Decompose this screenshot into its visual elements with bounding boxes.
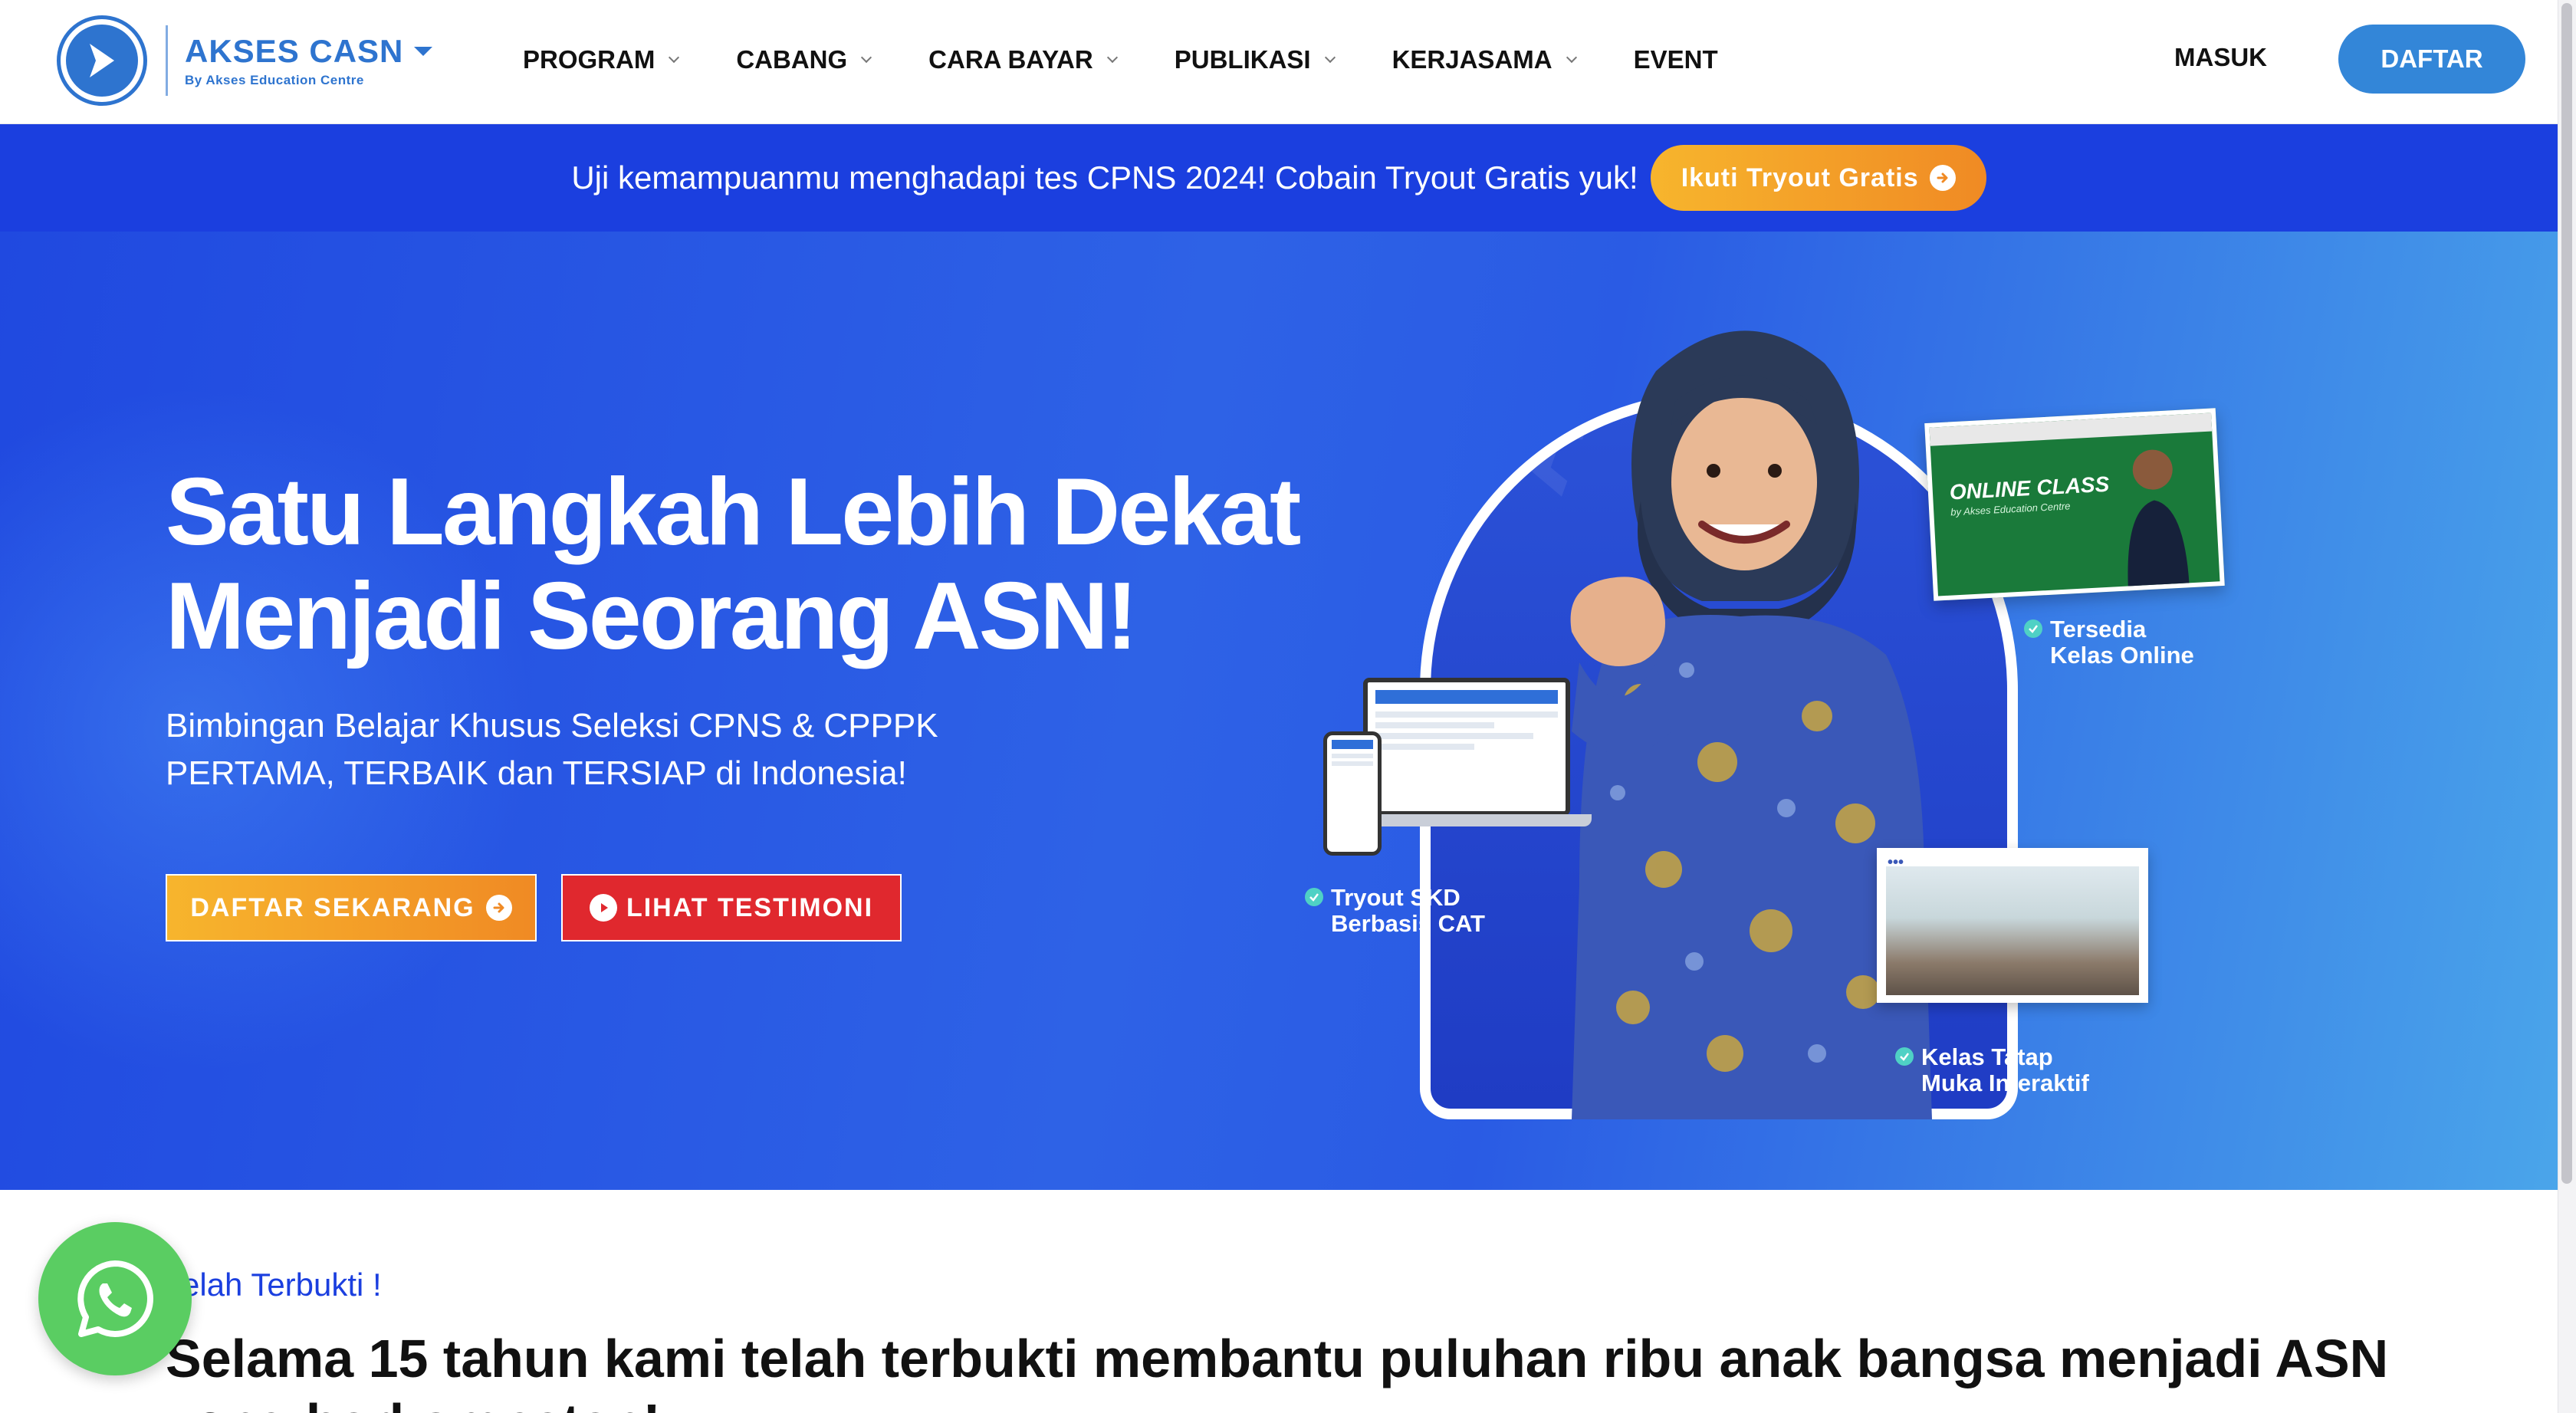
hero-title-line: Menjadi Seorang ASN! (166, 564, 1138, 669)
logo-arrow-icon (57, 15, 147, 106)
logo-subtitle: By Akses Education Centre (185, 73, 364, 87)
chevron-down-icon (1324, 51, 1336, 64)
online-class-card: ONLINE CLASS by Akses Education Centre (1924, 408, 2225, 601)
testimonial-label: LIHAT TESTIMONI (626, 892, 874, 922)
nav-label: KERJASAMA (1392, 45, 1552, 74)
tryout-button[interactable]: Ikuti Tryout Gratis (1650, 145, 1986, 211)
hero-subtitle: Bimbingan Belajar Khusus Seleksi CPNS & … (166, 702, 1086, 797)
feature-line: Tersedia (2050, 616, 2147, 642)
scrollbar-thumb[interactable] (2561, 3, 2572, 1184)
hero-title-line: Satu Langkah Lebih Dekat (166, 459, 1301, 565)
register-button[interactable]: DAFTAR (2338, 25, 2525, 94)
whatsapp-button[interactable] (38, 1222, 192, 1375)
chevron-down-icon (1106, 51, 1118, 64)
register-now-button[interactable]: DAFTAR SEKARANG (166, 874, 537, 941)
nav-item-program[interactable]: PROGRAM (523, 45, 680, 74)
feature-line: Berbasis CAT (1331, 910, 1485, 937)
caret-down-icon[interactable] (414, 47, 433, 56)
nav-item-event[interactable]: EVENT (1634, 45, 1718, 74)
brand-logo[interactable]: AKSES CASN By Akses Education Centre (57, 15, 433, 106)
hero-subtitle-line: PERTAMA, TERBAIK dan TERSIAP di Indonesi… (166, 754, 907, 792)
nav-label: PUBLIKASI (1174, 45, 1311, 74)
laptop-illustration (1363, 678, 1570, 816)
chevron-down-icon (669, 51, 680, 64)
logo-divider (166, 25, 168, 96)
check-circle-icon (1895, 1047, 1914, 1066)
nav-item-publikasi[interactable]: PUBLIKASI (1174, 45, 1336, 74)
chevron-down-icon (861, 51, 872, 64)
register-now-label: DAFTAR SEKARANG (190, 892, 475, 922)
nav-item-cara-bayar[interactable]: CARA BAYAR (928, 45, 1118, 74)
logo-text: AKSES CASN By Akses Education Centre (185, 33, 433, 88)
online-class-title: ONLINE CLASS (1949, 472, 2110, 504)
login-link[interactable]: MASUK (2174, 43, 2267, 72)
check-circle-icon (1305, 888, 1323, 906)
tryout-button-label: Ikuti Tryout Gratis (1681, 163, 1919, 192)
testimonial-button[interactable]: LIHAT TESTIMONI (561, 874, 902, 941)
nav-label: CABANG (736, 45, 848, 74)
promo-text: Uji kemampuanmu menghadapi tes CPNS 2024… (571, 159, 1638, 196)
nav-item-cabang[interactable]: CABANG (736, 45, 872, 74)
classroom-photo (1886, 866, 2139, 995)
play-circle-icon (589, 894, 617, 922)
whatsapp-icon (77, 1260, 153, 1337)
phone-illustration (1323, 731, 1382, 856)
page-scrollbar[interactable] (2558, 0, 2576, 1413)
nav-label: CARA BAYAR (928, 45, 1093, 74)
chevron-down-icon (1566, 51, 1577, 64)
promo-bar: Uji kemampuanmu menghadapi tes CPNS 2024… (0, 124, 2558, 232)
hero-subtitle-line: Bimbingan Belajar Khusus Seleksi CPNS & … (166, 707, 938, 744)
feature-online-class: Tersedia Kelas Online (2024, 616, 2194, 669)
main-nav: PROGRAM CABANG CARA BAYAR PUBLIKASI KERJ… (523, 38, 1718, 81)
logo-title: AKSES CASN (185, 33, 404, 69)
feature-line: Kelas Online (2050, 642, 2194, 669)
check-circle-icon (2024, 619, 2042, 638)
feature-face-to-face: Kelas Tatap Muka Interaktif (1895, 1044, 2089, 1096)
instructor-illustration (2128, 449, 2190, 594)
hero-section: Satu Langkah Lebih Dekat Menjadi Seorang… (0, 232, 2558, 1190)
nav-item-kerjasama[interactable]: KERJASAMA (1392, 45, 1577, 74)
laptop-base (1348, 814, 1592, 826)
classroom-photo-card: ••• (1877, 848, 2148, 1003)
feature-tryout: Tryout SKD Berbasis CAT (1305, 885, 1485, 937)
site-header: AKSES CASN By Akses Education Centre PRO… (0, 0, 2558, 124)
arrow-right-circle-icon (1929, 165, 1956, 191)
feature-line: Tryout SKD (1331, 884, 1460, 911)
arrow-right-circle-icon (485, 895, 512, 921)
proof-kicker: Telah Terbukti ! (166, 1267, 382, 1303)
proof-title: Selama 15 tahun kami telah terbukti memb… (166, 1329, 2389, 1413)
page: AKSES CASN By Akses Education Centre PRO… (0, 0, 2576, 1413)
feature-line: Muka Interaktif (1921, 1070, 2089, 1096)
hero-title: Satu Langkah Lebih Dekat Menjadi Seorang… (166, 460, 1316, 669)
nav-label: EVENT (1633, 45, 1718, 74)
feature-line: Kelas Tatap (1921, 1043, 2053, 1070)
nav-label: PROGRAM (523, 45, 656, 74)
